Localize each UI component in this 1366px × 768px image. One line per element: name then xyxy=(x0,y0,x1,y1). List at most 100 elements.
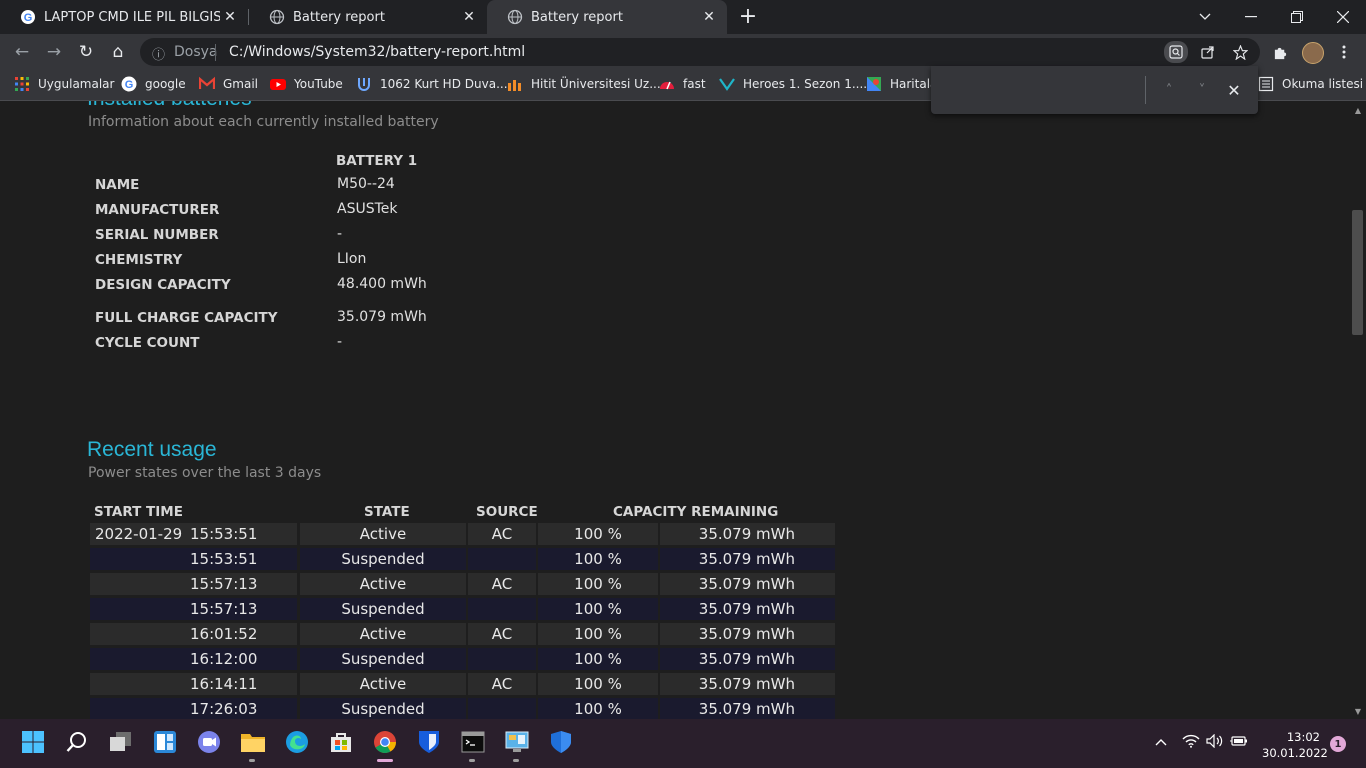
tab-close-icon[interactable]: ✕ xyxy=(220,9,240,25)
system-clock[interactable]: 13:02 30.01.2022 xyxy=(1262,729,1328,761)
bookmark-youtube[interactable]: YouTube xyxy=(270,75,343,93)
tab-search-button[interactable] xyxy=(1182,0,1228,34)
edge-icon[interactable] xyxy=(284,729,310,755)
bookmark-label: 1062 Kurt HD Duva... xyxy=(380,77,508,91)
show-hidden-icons-button[interactable] xyxy=(1155,734,1167,750)
usage-start-time: 16:12:00 xyxy=(90,648,297,670)
usage-capacity-percent: 100 % xyxy=(538,648,658,670)
find-close-button[interactable]: ✕ xyxy=(1224,80,1244,100)
address-url[interactable]: C:/Windows/System32/battery-report.html xyxy=(229,44,525,60)
google-icon: G xyxy=(21,10,35,24)
tab-laptop-cmd[interactable]: G LAPTOP CMD İLE PİL BİLGİSİ ALMA ✕ xyxy=(0,0,248,34)
scroll-down-icon[interactable]: ▼ xyxy=(1350,704,1366,718)
close-window-button[interactable] xyxy=(1320,0,1366,34)
minimize-button[interactable] xyxy=(1228,0,1274,34)
usage-state: Suspended xyxy=(300,548,466,570)
reading-list-button[interactable]: Okuma listesi xyxy=(1258,75,1363,93)
bookmark-haritalar[interactable]: Haritala xyxy=(866,75,937,93)
terminal-icon[interactable] xyxy=(460,729,486,755)
scrollbar-thumb[interactable] xyxy=(1352,210,1363,335)
tab-battery-report-active[interactable]: Battery report ✕ xyxy=(487,0,727,34)
bookmark-1062-kurt[interactable]: 1062 Kurt HD Duva... xyxy=(356,75,508,93)
share-icon xyxy=(1201,46,1214,59)
usage-time: 16:01:52 xyxy=(190,625,258,643)
bookmark-apps[interactable]: Uygulamalar xyxy=(14,75,114,93)
bookmark-label: fast xyxy=(683,77,706,91)
usage-capacity-mwh: 35.079 mWh xyxy=(660,598,835,620)
bookmark-heroes[interactable]: Heroes 1. Sezon 1.... xyxy=(719,75,867,93)
control-panel-icon[interactable] xyxy=(504,729,530,755)
usage-date: 2022-01-29 xyxy=(95,525,183,543)
task-view-icon[interactable] xyxy=(108,729,134,755)
usage-capacity-percent: 100 % xyxy=(538,623,658,645)
find-in-page-button[interactable] xyxy=(1164,41,1188,63)
profile-avatar[interactable] xyxy=(1302,42,1324,64)
windows-start-icon[interactable] xyxy=(20,729,46,755)
new-tab-button[interactable]: + xyxy=(736,4,760,29)
store-icon[interactable] xyxy=(328,729,354,755)
chrome-menu-button[interactable] xyxy=(1332,41,1356,63)
back-button[interactable]: ← xyxy=(8,38,36,66)
bookmark-label: Gmail xyxy=(223,77,259,91)
tab-title: Battery report xyxy=(531,9,623,25)
clock-time: 13:02 xyxy=(1286,730,1320,744)
site-info-icon[interactable]: ⓘ xyxy=(152,44,165,63)
apps-grid-icon xyxy=(15,77,29,91)
bookmark-google[interactable]: G google xyxy=(121,75,186,93)
bitwarden-icon[interactable] xyxy=(416,729,442,755)
scrollbar-track[interactable] xyxy=(1350,101,1366,719)
usage-source xyxy=(468,698,536,719)
battery-field-value: - xyxy=(337,334,343,350)
recent-usage-heading: Recent usage xyxy=(87,438,217,461)
usage-capacity-percent: 100 % xyxy=(538,523,658,545)
usage-source xyxy=(468,548,536,570)
usage-source: AC xyxy=(468,573,536,595)
restore-button[interactable] xyxy=(1274,0,1320,34)
forward-button[interactable]: → xyxy=(40,38,68,66)
bookmark-hitit[interactable]: Hitit Üniversitesi Uz... xyxy=(507,75,661,93)
usage-state: Active xyxy=(300,623,466,645)
file-explorer-icon[interactable] xyxy=(240,729,266,755)
teams-chat-icon[interactable] xyxy=(196,729,222,755)
find-next-button[interactable]: ˅ xyxy=(1192,80,1212,100)
bookmark-label: Hitit Üniversitesi Uz... xyxy=(531,77,661,91)
battery-column-header: BATTERY 1 xyxy=(336,153,418,169)
active-indicator xyxy=(377,759,393,762)
bookmark-label: google xyxy=(145,77,186,91)
running-indicator xyxy=(469,759,475,762)
battery-icon[interactable] xyxy=(1230,734,1248,752)
battery-field-label: NAME xyxy=(95,177,140,193)
google-icon: G xyxy=(121,76,137,92)
search-icon[interactable] xyxy=(64,729,90,755)
home-button[interactable]: ⌂ xyxy=(104,38,132,66)
bookmark-label: Heroes 1. Sezon 1.... xyxy=(743,77,868,91)
volume-icon[interactable] xyxy=(1206,733,1224,752)
tab-close-icon[interactable]: ✕ xyxy=(459,9,479,25)
battery-field-label: MANUFACTURER xyxy=(95,202,220,218)
defender-icon[interactable] xyxy=(548,729,574,755)
bookmark-gmail[interactable]: Gmail xyxy=(199,75,258,93)
bookmark-fast[interactable]: fast xyxy=(659,75,706,93)
battery-field-label: SERIAL NUMBER xyxy=(95,227,219,243)
scroll-up-icon[interactable]: ▲ xyxy=(1350,103,1366,117)
chrome-icon[interactable] xyxy=(372,729,398,755)
wifi-icon[interactable] xyxy=(1182,734,1200,752)
battery-field-label: CHEMISTRY xyxy=(95,252,183,268)
tab-title: Battery report xyxy=(293,9,385,25)
speedometer-icon xyxy=(660,81,674,90)
tab-close-icon[interactable]: ✕ xyxy=(699,9,719,25)
usage-capacity-percent: 100 % xyxy=(538,548,658,570)
widgets-icon[interactable] xyxy=(152,729,178,755)
recent-usage-subtitle: Power states over the last 3 days xyxy=(88,465,322,481)
extensions-button[interactable] xyxy=(1268,41,1292,63)
site-icon xyxy=(719,78,735,91)
reload-button[interactable]: ↻ xyxy=(72,38,100,66)
find-previous-button[interactable]: ˄ xyxy=(1159,80,1179,100)
notification-badge[interactable]: 1 xyxy=(1330,736,1346,752)
tab-battery-report-1[interactable]: Battery report ✕ xyxy=(249,0,487,34)
share-button[interactable] xyxy=(1196,41,1220,63)
bookmark-star-button[interactable] xyxy=(1228,41,1252,63)
find-bar-divider xyxy=(1145,76,1146,104)
battery-field-label: FULL CHARGE CAPACITY xyxy=(95,310,278,326)
usage-capacity-mwh: 35.079 mWh xyxy=(660,523,835,545)
